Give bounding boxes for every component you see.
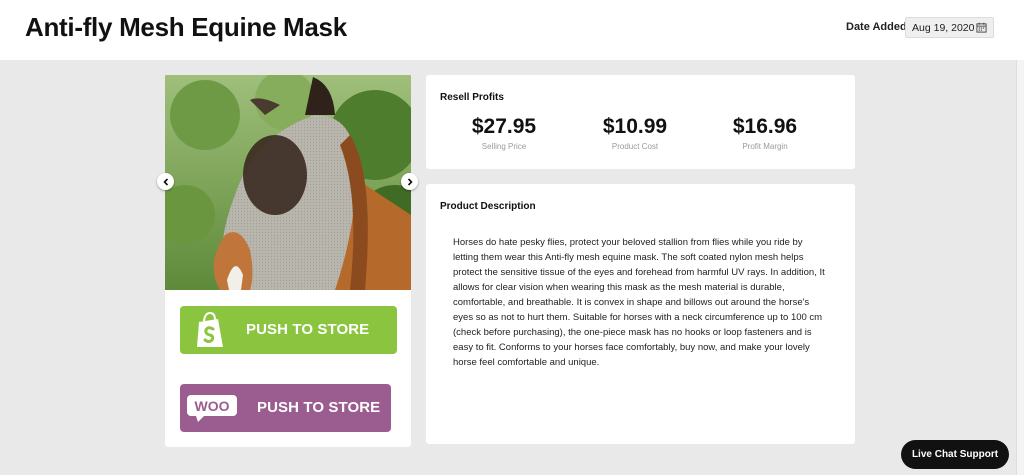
carousel-prev-button[interactable] — [157, 173, 174, 190]
profit-margin-label: Profit Margin — [742, 142, 788, 151]
horse-mask-photo — [165, 75, 411, 290]
push-to-woocommerce-button[interactable]: WOO PUSH TO STORE — [180, 384, 391, 432]
product-image — [165, 75, 411, 290]
chevron-left-icon — [162, 177, 168, 186]
shopify-bag-icon — [197, 311, 223, 347]
push-to-shopify-label: PUSH TO STORE — [246, 321, 370, 338]
page-title: Anti-fly Mesh Equine Mask — [25, 12, 347, 42]
product-cost-label: Product Cost — [611, 142, 659, 151]
product-cost-value: $10.99 — [602, 115, 668, 138]
calendar-icon — [976, 22, 987, 33]
resell-profits-title: Resell Profits — [440, 92, 504, 103]
chevron-right-icon — [407, 177, 413, 186]
carousel-next-button[interactable] — [401, 173, 418, 190]
page-header: Anti-fly Mesh Equine Mask Date Added: Au… — [0, 0, 1024, 60]
date-added-value: Aug 19, 2020 — [912, 21, 975, 34]
woocommerce-logo-icon: WOO — [187, 395, 237, 422]
selling-price-label: Selling Price — [481, 142, 527, 151]
product-description-text: Horses do hate pesky flies, protect your… — [453, 237, 825, 368]
push-to-shopify-button[interactable]: PUSH TO STORE — [180, 306, 397, 354]
woo-logo-text: WOO — [195, 398, 230, 414]
profit-margin-value: $16.96 — [732, 115, 798, 138]
push-to-woocommerce-label: PUSH TO STORE — [257, 399, 381, 416]
date-added-label: Date Added: — [846, 21, 911, 33]
product-cost-stat: $10.99 Product Cost — [575, 115, 695, 151]
product-description-title: Product Description — [440, 201, 536, 212]
resell-profits-card: Resell Profits $27.95 Selling Price $10.… — [426, 75, 855, 169]
selling-price-stat: $27.95 Selling Price — [444, 115, 564, 151]
profit-margin-stat: $16.96 Profit Margin — [705, 115, 825, 151]
live-chat-support-button[interactable]: Live Chat Support — [901, 440, 1009, 469]
selling-price-value: $27.95 — [471, 115, 537, 138]
product-description-card: Product Description Horses do hate pesky… — [426, 184, 855, 444]
page-scrollbar[interactable] — [1016, 60, 1024, 475]
date-added-field[interactable]: Aug 19, 2020 — [905, 17, 994, 38]
